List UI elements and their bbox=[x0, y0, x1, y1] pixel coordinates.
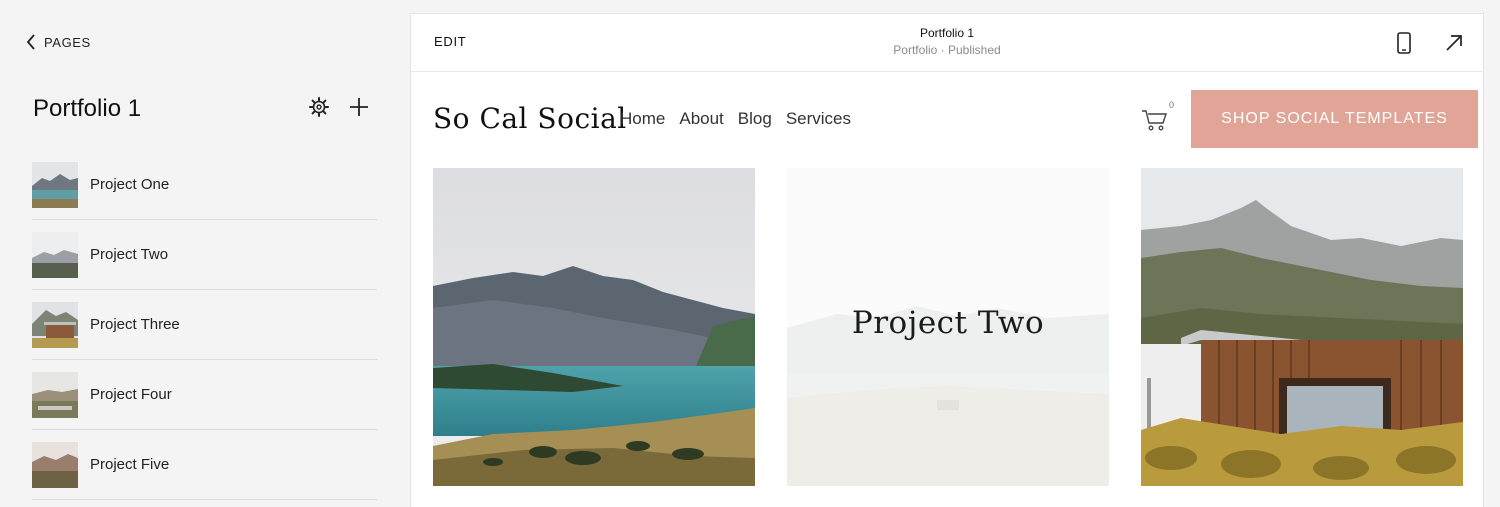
gear-icon bbox=[309, 97, 329, 117]
site-preview: EDIT Portfolio 1 Portfolio · Published S… bbox=[411, 14, 1483, 507]
nav-link-blog[interactable]: Blog bbox=[738, 109, 772, 129]
site-logo[interactable]: So Cal Social bbox=[433, 102, 627, 135]
site-header: So Cal Social Home About Blog Services 0… bbox=[411, 72, 1483, 167]
gallery-item-project-one[interactable] bbox=[433, 168, 755, 486]
document-status: Portfolio · Published bbox=[893, 43, 1001, 57]
chevron-left-icon bbox=[26, 34, 35, 50]
project-thumbnail bbox=[32, 231, 78, 278]
page-item-project-one[interactable]: Project One bbox=[32, 150, 377, 220]
page-item-label: Project Two bbox=[90, 246, 169, 263]
nav-link-home[interactable]: Home bbox=[620, 109, 665, 129]
mobile-preview-button[interactable] bbox=[1393, 31, 1415, 55]
page-item-label: Project One bbox=[90, 176, 170, 193]
page-item-project-four[interactable]: Project Four bbox=[32, 360, 377, 430]
open-site-button[interactable] bbox=[1443, 31, 1465, 55]
gallery-item-project-three[interactable] bbox=[1141, 168, 1463, 486]
document-title-block: Portfolio 1 Portfolio · Published bbox=[411, 26, 1483, 57]
back-to-pages-link[interactable]: PAGES bbox=[26, 32, 91, 52]
page-item-label: Project Five bbox=[90, 456, 170, 473]
cart-button[interactable]: 0 bbox=[1141, 100, 1175, 134]
settings-button[interactable] bbox=[308, 96, 330, 118]
page-item-project-three[interactable]: Project Three bbox=[32, 290, 377, 360]
site-menu: Home About Blog Services bbox=[620, 109, 851, 129]
nav-link-services[interactable]: Services bbox=[786, 109, 851, 129]
page-item-label: Project Four bbox=[90, 386, 172, 403]
project-thumbnail bbox=[32, 441, 78, 488]
shop-templates-button[interactable]: SHOP SOCIAL TEMPLATES bbox=[1191, 90, 1478, 148]
project-thumbnail bbox=[32, 371, 78, 418]
back-label: PAGES bbox=[44, 34, 91, 50]
portfolio-gallery: Project Two bbox=[433, 168, 1463, 486]
page-item-project-five[interactable]: Project Five bbox=[32, 430, 377, 500]
project-thumbnail bbox=[32, 301, 78, 348]
page-item-label: Project Three bbox=[90, 316, 180, 333]
add-page-button[interactable] bbox=[348, 96, 370, 118]
lake-landscape-image bbox=[433, 168, 755, 486]
mobile-preview-icon bbox=[1397, 32, 1411, 54]
cart-icon bbox=[1142, 110, 1167, 131]
document-title: Portfolio 1 bbox=[919, 26, 975, 40]
nav-link-about[interactable]: About bbox=[679, 109, 723, 129]
panel-title: Portfolio 1 bbox=[33, 95, 142, 122]
gallery-item-title: Project Two bbox=[851, 305, 1045, 341]
cart-count: 0 bbox=[1169, 100, 1175, 110]
preview-actions bbox=[1393, 31, 1465, 55]
page-list: Project One Project Two Project Three Pr… bbox=[32, 150, 377, 500]
project-thumbnail bbox=[32, 161, 78, 208]
preview-toolbar: EDIT Portfolio 1 Portfolio · Published bbox=[411, 14, 1483, 72]
mountain-cabin-image bbox=[1141, 168, 1463, 486]
gallery-item-project-two[interactable]: Project Two bbox=[787, 168, 1109, 486]
pages-sidebar: PAGES Portfolio 1 Project One Project Tw… bbox=[0, 0, 410, 507]
plus-icon bbox=[350, 98, 368, 116]
panel-actions bbox=[308, 96, 370, 118]
open-external-icon bbox=[1446, 35, 1462, 51]
page-item-project-two[interactable]: Project Two bbox=[32, 220, 377, 290]
